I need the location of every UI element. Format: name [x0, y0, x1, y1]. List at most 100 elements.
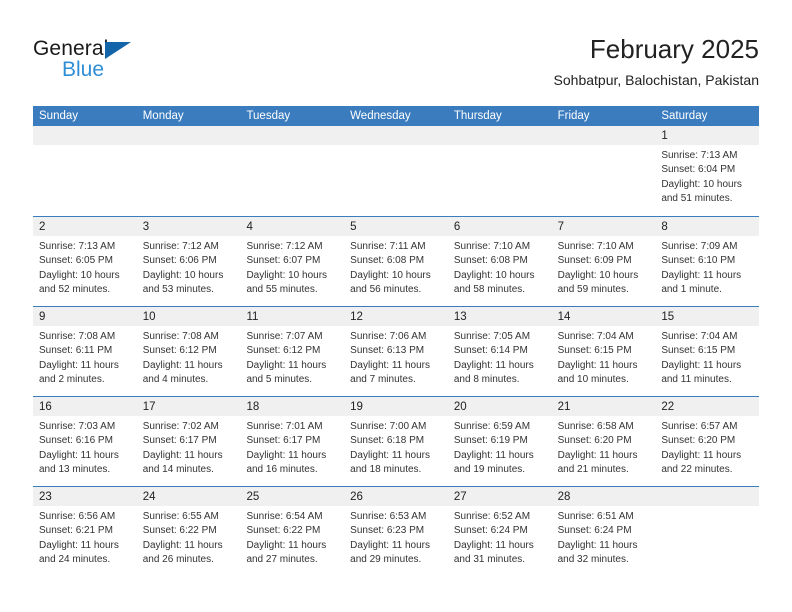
title-block: February 2025 Sohbatpur, Balochistan, Pa…: [554, 33, 759, 89]
sunrise-text: Sunrise: 7:04 AM: [661, 331, 738, 342]
day-cell[interactable]: 2 Sunrise: 7:13 AM Sunset: 6:05 PM Daylight…: [33, 217, 137, 306]
day-number-strip: 13: [447, 307, 552, 327]
daylight-text: Daylight: 11 hours and 26 minutes.: [142, 539, 223, 566]
week-row: 9 Sunrise: 7:08 AM Sunset: 6:11 PM Daylight…: [33, 306, 760, 396]
day-info: Sunrise: 7:04 AM Sunset: 6:15 PM Daylight:…: [655, 327, 759, 388]
day-cell[interactable]: 26 Sunrise: 6:53 AM Sunset: 6:23 PM Dayligh…: [344, 487, 448, 576]
day-cell[interactable]: 5 Sunrise: 7:11 AM Sunset: 6:08 PM Daylight…: [344, 217, 448, 306]
day-cell[interactable]: 4 Sunrise: 7:12 AM Sunset: 6:07 PM Daylight…: [240, 217, 345, 306]
daylight-text: Daylight: 10 hours and 51 minutes.: [661, 178, 742, 205]
day-cell[interactable]: 13 Sunrise: 7:05 AM Sunset: 6:14 PM Dayligh…: [447, 307, 552, 396]
daylight-text: Daylight: 11 hours and 22 minutes.: [661, 449, 742, 476]
day-number: 24: [142, 491, 156, 503]
day-number-strip: 28: [551, 487, 656, 507]
sunrise-text: Sunrise: 6:51 AM: [557, 511, 634, 522]
day-number-strip: 26: [344, 487, 448, 507]
sunset-text: Sunset: 6:15 PM: [557, 345, 632, 357]
day-number-strip: 23: [33, 487, 137, 507]
sunrise-text: Sunrise: 6:59 AM: [453, 421, 531, 432]
daylight-text: Daylight: 11 hours and 24 minutes.: [39, 539, 119, 566]
day-info: Sunrise: 6:57 AM Sunset: 6:20 PM Daylight:…: [655, 417, 759, 478]
weekday-header-tuesday: Tuesday: [246, 110, 291, 122]
day-cell[interactable]: 27 Sunrise: 6:52 AM Sunset: 6:24 PM Dayligh…: [447, 487, 552, 576]
day-number: 6: [453, 221, 461, 233]
sunrise-text: Sunrise: 7:04 AM: [557, 331, 634, 342]
day-cell[interactable]: 19 Sunrise: 7:00 AM Sunset: 6:18 PM Dayligh…: [344, 397, 448, 486]
day-number-strip: 11: [240, 307, 345, 327]
day-cell[interactable]: 8 Sunrise: 7:09 AM Sunset: 6:10 PM Daylight…: [655, 217, 760, 306]
day-number-strip: 21: [551, 397, 656, 417]
daylight-text: Daylight: 11 hours and 11 minutes.: [661, 359, 742, 386]
sunset-text: Sunset: 6:05 PM: [39, 255, 113, 267]
day-cell[interactable]: 25 Sunrise: 6:54 AM Sunset: 6:22 PM Dayligh…: [240, 487, 345, 576]
day-number-strip: [447, 126, 552, 146]
day-info: Sunrise: 6:59 AM Sunset: 6:19 PM Daylight:…: [448, 417, 552, 478]
page-header: General Blue February 2025 Sohbatpur, Ba…: [33, 33, 759, 101]
sunset-text: Sunset: 6:04 PM: [661, 164, 736, 176]
day-cell[interactable]: 21 Sunrise: 6:58 AM Sunset: 6:20 PM Dayligh…: [551, 397, 656, 486]
day-cell[interactable]: 1 Sunrise: 7:13 AM Sunset: 6:04 PM Daylight…: [655, 126, 760, 216]
day-cell[interactable]: 22 Sunrise: 6:57 AM Sunset: 6:20 PM Dayligh…: [655, 397, 760, 486]
sunrise-text: Sunrise: 6:57 AM: [661, 421, 738, 432]
calendar-grid: Sunday Monday Tuesday Wednesday Thursday Frid…: [33, 106, 760, 576]
day-cell[interactable]: 28 Sunrise: 6:51 AM Sunset: 6:24 PM Dayligh…: [551, 487, 656, 576]
day-number-strip: 3: [136, 217, 241, 237]
day-number-strip: 6: [447, 217, 552, 237]
sunset-text: Sunset: 6:20 PM: [661, 435, 736, 447]
general-blue-logo[interactable]: General Blue: [33, 37, 233, 93]
weekday-header-saturday: Saturday: [661, 110, 708, 122]
sunset-text: Sunset: 6:17 PM: [142, 435, 217, 447]
day-cell[interactable]: 10 Sunrise: 7:08 AM Sunset: 6:12 PM Dayligh…: [136, 307, 241, 396]
weekday-header-friday: Friday: [557, 110, 590, 122]
day-info: Sunrise: 7:07 AM Sunset: 6:12 PM Daylight:…: [240, 327, 344, 388]
sunrise-text: Sunrise: 7:12 AM: [142, 241, 219, 252]
day-cell[interactable]: 23 Sunrise: 6:56 AM Sunset: 6:21 PM Dayligh…: [33, 487, 137, 576]
day-cell[interactable]: 20 Sunrise: 6:59 AM Sunset: 6:19 PM Dayligh…: [447, 397, 552, 486]
day-cell[interactable]: 3 Sunrise: 7:12 AM Sunset: 6:06 PM Daylight…: [136, 217, 241, 306]
day-cell[interactable]: 12 Sunrise: 7:06 AM Sunset: 6:13 PM Dayligh…: [344, 307, 448, 396]
sunset-text: Sunset: 6:12 PM: [142, 345, 217, 357]
daylight-text: Daylight: 11 hours and 10 minutes.: [557, 359, 638, 386]
sunset-text: Sunset: 6:20 PM: [557, 435, 632, 447]
day-cell[interactable]: 15 Sunrise: 7:04 AM Sunset: 6:15 PM Dayligh…: [655, 307, 760, 396]
day-cell[interactable]: 24 Sunrise: 6:55 AM Sunset: 6:22 PM Dayligh…: [136, 487, 241, 576]
sunset-text: Sunset: 6:15 PM: [661, 345, 736, 357]
day-number: 18: [246, 401, 260, 413]
daylight-text: Daylight: 10 hours and 59 minutes.: [557, 269, 639, 296]
day-cell-empty: [551, 126, 656, 216]
day-number-strip: 14: [551, 307, 656, 327]
weekday-header-sunday: Sunday: [39, 110, 79, 122]
day-info: Sunrise: 7:10 AM Sunset: 6:08 PM Daylight:…: [448, 237, 552, 298]
day-cell[interactable]: 6 Sunrise: 7:10 AM Sunset: 6:08 PM Daylight…: [447, 217, 552, 306]
day-number-strip: 16: [33, 397, 137, 417]
daylight-text: Daylight: 11 hours and 7 minutes.: [350, 359, 431, 386]
week-row: 1 Sunrise: 7:13 AM Sunset: 6:04 PM Daylight…: [33, 126, 760, 216]
day-cell-empty: [447, 126, 552, 216]
sunset-text: Sunset: 6:07 PM: [246, 255, 321, 267]
sunset-text: Sunset: 6:22 PM: [246, 525, 321, 537]
day-cell[interactable]: 18 Sunrise: 7:01 AM Sunset: 6:17 PM Dayligh…: [240, 397, 345, 486]
daylight-text: Daylight: 11 hours and 32 minutes.: [557, 539, 638, 566]
day-number-strip: 10: [136, 307, 241, 327]
weekday-header-monday: Monday: [142, 110, 184, 122]
day-info: Sunrise: 6:56 AM Sunset: 6:21 PM Daylight:…: [33, 507, 137, 568]
sunset-text: Sunset: 6:24 PM: [557, 525, 632, 537]
day-cell[interactable]: 11 Sunrise: 7:07 AM Sunset: 6:12 PM Dayligh…: [240, 307, 345, 396]
day-number: 3: [142, 221, 150, 233]
day-number: 9: [39, 311, 46, 323]
sunset-text: Sunset: 6:08 PM: [350, 255, 425, 267]
daylight-text: Daylight: 10 hours and 56 minutes.: [350, 269, 431, 296]
day-cell[interactable]: 17 Sunrise: 7:02 AM Sunset: 6:17 PM Dayligh…: [136, 397, 241, 486]
daylight-text: Daylight: 11 hours and 5 minutes.: [246, 359, 327, 386]
day-cell[interactable]: 16 Sunrise: 7:03 AM Sunset: 6:16 PM Dayligh…: [33, 397, 137, 486]
day-cell[interactable]: 7 Sunrise: 7:10 AM Sunset: 6:09 PM Daylight…: [551, 217, 656, 306]
day-info: Sunrise: 6:53 AM Sunset: 6:23 PM Daylight:…: [344, 507, 448, 568]
day-cell[interactable]: 14 Sunrise: 7:04 AM Sunset: 6:15 PM Dayligh…: [551, 307, 656, 396]
day-cell[interactable]: 9 Sunrise: 7:08 AM Sunset: 6:11 PM Daylight…: [33, 307, 137, 396]
sunset-text: Sunset: 6:22 PM: [142, 525, 217, 537]
day-number: 21: [557, 401, 571, 413]
sunset-text: Sunset: 6:16 PM: [39, 435, 113, 447]
calendar-page: General Blue February 2025 Sohbatpur, Ba…: [0, 0, 792, 612]
sunrise-text: Sunrise: 7:13 AM: [661, 150, 738, 161]
day-info: Sunrise: 7:08 AM Sunset: 6:12 PM Daylight:…: [137, 327, 241, 388]
